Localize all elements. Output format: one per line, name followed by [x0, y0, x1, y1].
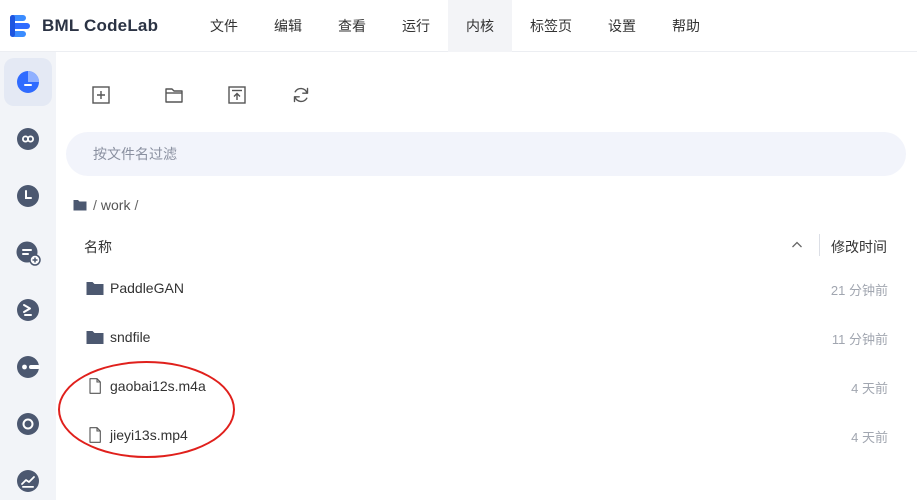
sidebar-item-toggle[interactable]: [4, 343, 52, 391]
list-item-folder[interactable]: PaddleGAN 21 分钟前: [56, 264, 917, 313]
file-name: jieyi13s.mp4: [110, 427, 188, 443]
menu-view[interactable]: 查看: [320, 0, 384, 52]
codelab-window: BML CodeLab 文件 编辑 查看 运行 内核 标签页 设置 帮助 按文件…: [0, 0, 917, 500]
breadcrumb: / work /: [73, 196, 140, 214]
menu-bar: BML CodeLab 文件 编辑 查看 运行 内核 标签页 设置 帮助: [0, 0, 917, 52]
menu-tabs[interactable]: 标签页: [512, 0, 590, 52]
menu-run[interactable]: 运行: [384, 0, 448, 52]
sidebar-item-terminal[interactable]: [4, 286, 52, 334]
breadcrumb-root[interactable]: /: [93, 197, 97, 213]
folder-icon: [86, 282, 104, 295]
filter-input[interactable]: [66, 132, 906, 176]
list-item-file[interactable]: jieyi13s.mp4 4 天前: [56, 411, 917, 460]
sidebar-item-circle[interactable]: [4, 400, 52, 448]
link-icon: [17, 128, 39, 150]
refresh-icon: [293, 87, 309, 103]
brand: BML CodeLab: [0, 0, 190, 52]
new-folder-icon: [165, 88, 183, 103]
modified-time: 11 分钟前: [831, 332, 888, 347]
file-browser-icon: [17, 71, 39, 93]
file-name: gaobai12s.m4a: [110, 378, 206, 394]
file-name: sndfile: [110, 329, 151, 345]
menu-kernel[interactable]: 内核: [448, 0, 512, 52]
brand-name: BML CodeLab: [42, 15, 159, 35]
column-divider[interactable]: [819, 234, 820, 256]
new-folder-button[interactable]: [161, 82, 187, 108]
folder-icon: [86, 331, 104, 344]
file-list: PaddleGAN 21 分钟前 sndfile 11 分钟前 gaobai12…: [56, 264, 917, 460]
list-item-file[interactable]: gaobai12s.m4a 4 天前: [56, 362, 917, 411]
breadcrumb-separator: /: [134, 197, 139, 213]
terminal-icon: [17, 299, 39, 321]
sidebar-item-clock[interactable]: [4, 172, 52, 220]
sidebar-item-link[interactable]: [4, 115, 52, 163]
menu-settings[interactable]: 设置: [590, 0, 654, 52]
column-modified-header[interactable]: 修改时间: [831, 237, 887, 257]
menu-help[interactable]: 帮助: [654, 0, 718, 52]
new-file-icon: [92, 86, 110, 104]
folder-home-icon[interactable]: [73, 199, 87, 211]
main-menu: 文件 编辑 查看 运行 内核 标签页 设置 帮助: [190, 0, 718, 52]
upload-button[interactable]: [224, 82, 250, 108]
activity-sidebar: [0, 52, 56, 500]
toggle-icon: [17, 356, 40, 378]
modified-time: 4 天前: [851, 381, 888, 396]
chevron-up-icon[interactable]: [790, 238, 804, 252]
list-add-icon: [16, 241, 41, 266]
refresh-button[interactable]: [288, 82, 314, 108]
file-name: PaddleGAN: [110, 280, 184, 296]
file-icon: [89, 427, 101, 443]
modified-time: 21 分钟前: [830, 283, 888, 298]
codelab-logo-icon: [10, 14, 30, 37]
sidebar-item-file-browser[interactable]: [4, 58, 52, 106]
file-browser-panel: / work / 名称 修改时间 PaddleGAN 21 分钟前: [56, 52, 917, 500]
upload-icon: [228, 86, 246, 104]
circle-icon: [17, 413, 39, 435]
file-list-header: 名称 修改时间: [56, 228, 917, 262]
modified-time: 4 天前: [851, 430, 888, 445]
list-item-folder[interactable]: sndfile 11 分钟前: [56, 313, 917, 362]
chart-icon: [17, 470, 39, 492]
sidebar-item-chart[interactable]: [4, 457, 52, 500]
menu-file[interactable]: 文件: [192, 0, 256, 52]
column-name-header[interactable]: 名称: [84, 237, 112, 257]
file-icon: [89, 378, 101, 394]
new-file-button[interactable]: [88, 82, 114, 108]
menu-edit[interactable]: 编辑: [256, 0, 320, 52]
sidebar-item-list-add[interactable]: [4, 229, 52, 277]
breadcrumb-work[interactable]: work: [101, 197, 131, 213]
clock-icon: [17, 185, 39, 207]
